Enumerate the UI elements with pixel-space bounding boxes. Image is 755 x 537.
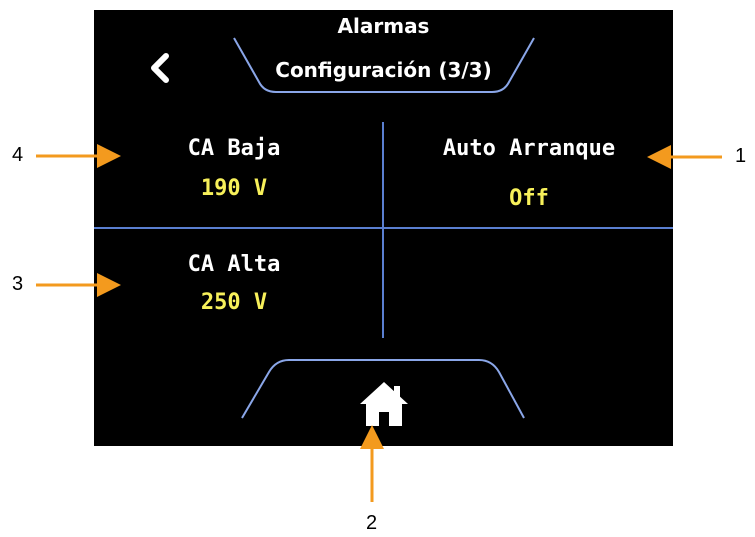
- callout-3: 3: [12, 273, 24, 295]
- auto-arranque-label: Auto Arranque: [442, 136, 616, 161]
- ca-alta-label: CA Alta: [187, 252, 281, 277]
- home-button[interactable]: [344, 372, 424, 432]
- callout-1: 1: [735, 145, 747, 167]
- ca-alta-value: 250 V: [200, 290, 268, 315]
- screen-title: Alarmas: [337, 14, 430, 38]
- callout-4: 4: [12, 144, 24, 166]
- device-screen: Alarmas Configuración (3/3) CA Baja 190 …: [94, 10, 673, 446]
- auto-arranque-value: Off: [509, 186, 549, 211]
- ca-alta-cell[interactable]: [94, 230, 382, 340]
- screen-subtitle: Configuración (3/3): [275, 58, 492, 82]
- ca-baja-label: CA Baja: [187, 136, 281, 161]
- callout-2: 2: [366, 512, 378, 534]
- ca-baja-value: 190 V: [200, 176, 268, 201]
- home-icon: [360, 382, 408, 426]
